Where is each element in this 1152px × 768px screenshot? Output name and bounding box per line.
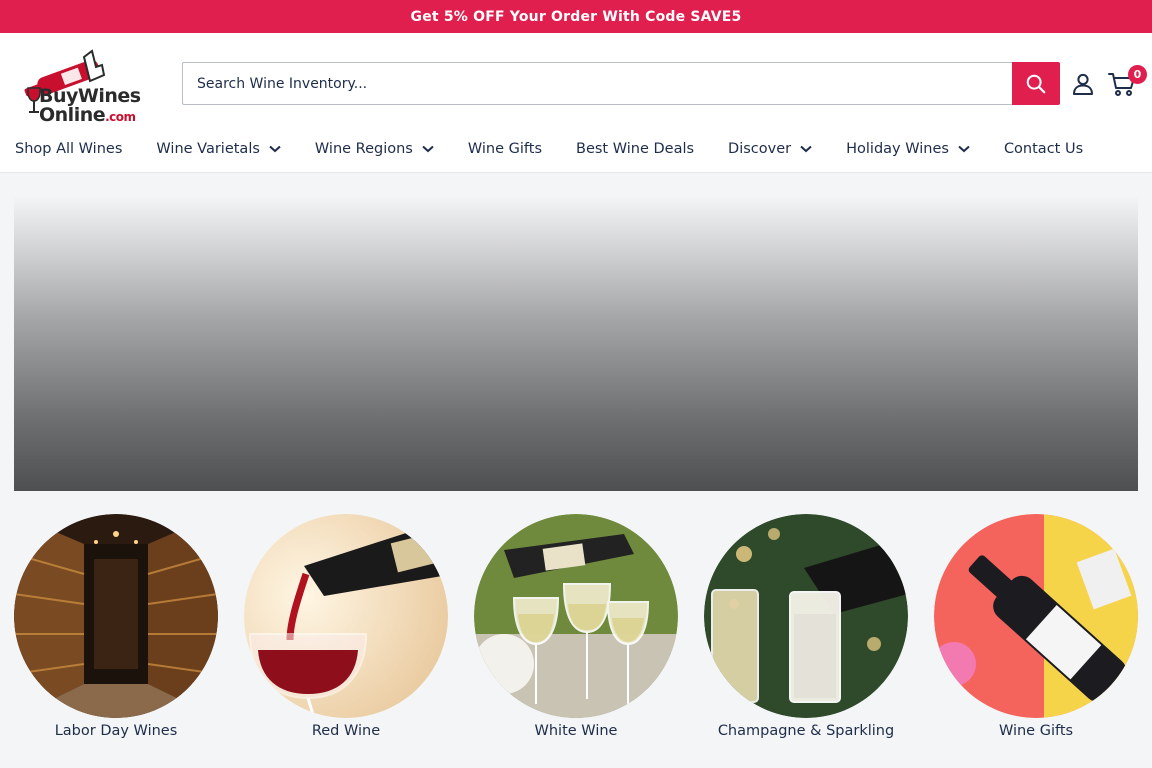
category-label: Champagne & Sparkling (717, 723, 895, 739)
category-champagne-sparkling[interactable]: Champagne & Sparkling (704, 514, 908, 740)
white-wine-image (474, 514, 678, 718)
champagne-image (704, 514, 908, 718)
category-collection: Labor Day Wines Red Wine White Wine Cham… (0, 514, 1152, 754)
nav-item-best-wine-deals[interactable]: Best Wine Deals (576, 141, 694, 157)
category-white-wine[interactable]: White Wine (474, 514, 678, 740)
category-red-wine[interactable]: Red Wine (244, 514, 448, 740)
logo-line-2: Online (39, 104, 106, 126)
nav-item-shop-all-wines[interactable]: Shop All Wines (15, 141, 122, 157)
category-labor-day-wines[interactable]: Labor Day Wines (14, 514, 218, 740)
category-wine-gifts[interactable]: Wine Gifts (934, 514, 1138, 740)
chevron-down-icon (422, 145, 434, 153)
account-icon[interactable] (1071, 72, 1095, 96)
nav-item-wine-varietals[interactable]: Wine Varietals (156, 141, 281, 157)
cart-count-badge: 0 (1128, 65, 1147, 84)
nav-item-label: Shop All Wines (15, 141, 123, 157)
chevron-down-icon (958, 145, 970, 153)
main-nav: Shop All Wines Wine Varietals Wine Regio… (15, 136, 1117, 162)
nav-item-label: Wine Gifts (467, 141, 542, 157)
hero-banner[interactable] (14, 196, 1138, 491)
logo-wordmark: BuyWines Online.com (39, 87, 141, 127)
wine-gift-image (934, 514, 1138, 718)
nav-item-label: Contact Us (1003, 141, 1084, 157)
promo-bar[interactable]: Get 5% OFF Your Order With Code SAVE5 (0, 0, 1152, 33)
nav-item-label: Discover (728, 141, 792, 157)
nav-item-wine-gifts[interactable]: Wine Gifts (468, 141, 542, 157)
category-label: Wine Gifts (998, 723, 1074, 739)
chevron-down-icon (269, 145, 281, 153)
nav-item-discover[interactable]: Discover (728, 141, 812, 157)
search-bar (182, 62, 1060, 105)
search-input[interactable] (182, 62, 1012, 105)
nav-item-label: Wine Varietals (156, 141, 260, 157)
category-label: White Wine (534, 723, 618, 739)
nav-item-holiday-wines[interactable]: Holiday Wines (846, 141, 970, 157)
nav-item-label: Best Wine Deals (576, 141, 695, 157)
site-header: BuyWines Online.com 0 Shop All Wines Win… (0, 33, 1152, 173)
wine-cellar-image (14, 514, 218, 718)
site-logo[interactable]: BuyWines Online.com (22, 45, 144, 125)
nav-item-label: Wine Regions (314, 141, 413, 157)
promo-text: Get 5% OFF Your Order With Code SAVE5 (410, 8, 742, 25)
nav-item-label: Holiday Wines (846, 141, 949, 157)
category-label: Labor Day Wines (54, 723, 178, 739)
chevron-down-icon (800, 145, 812, 153)
category-label: Red Wine (311, 723, 381, 739)
nav-item-wine-regions[interactable]: Wine Regions (315, 141, 434, 157)
search-icon (1026, 74, 1046, 93)
logo-suffix: .com (105, 110, 136, 124)
nav-item-contact-us[interactable]: Contact Us (1004, 141, 1083, 157)
red-wine-image (244, 514, 448, 718)
search-button[interactable] (1012, 62, 1060, 105)
